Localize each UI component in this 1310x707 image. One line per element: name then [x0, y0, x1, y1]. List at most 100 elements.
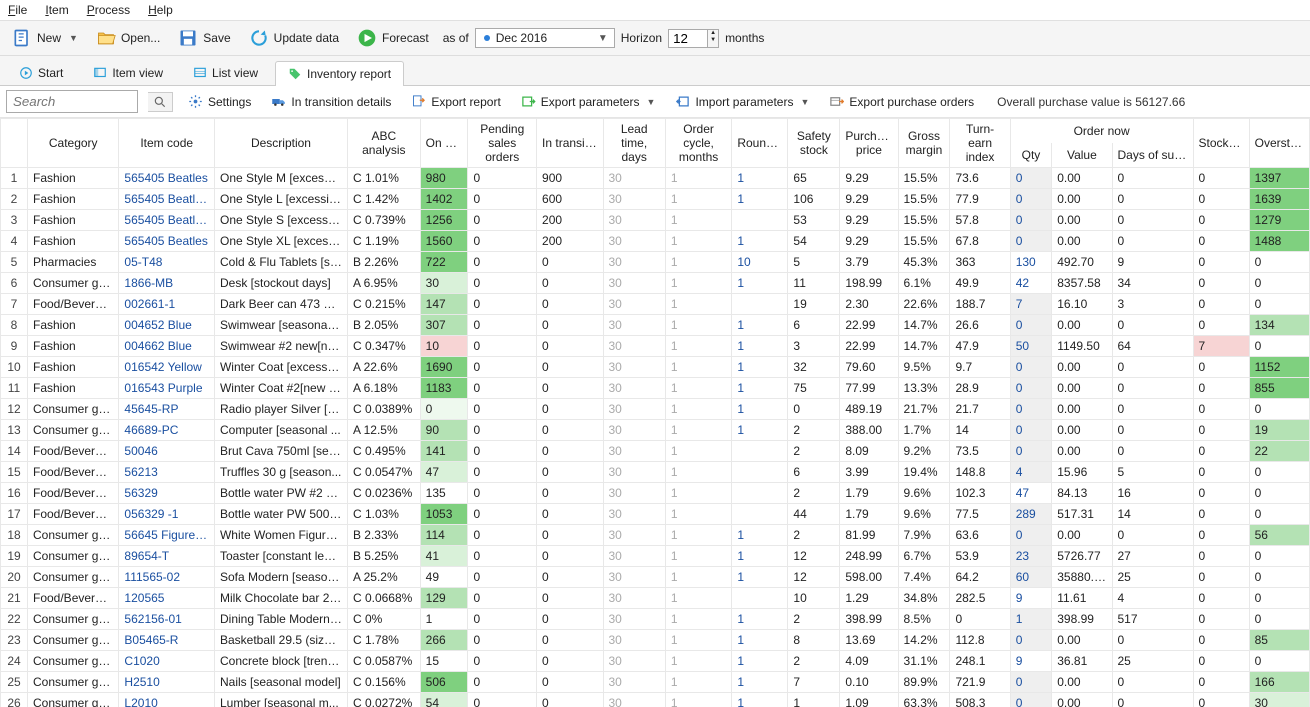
cell[interactable]: 0.00: [1052, 189, 1112, 210]
cell[interactable]: 1: [732, 630, 788, 651]
cell[interactable]: 30: [603, 189, 665, 210]
cell[interactable]: 0: [468, 378, 537, 399]
cell[interactable]: Concrete block [trend...: [214, 651, 347, 672]
cell[interactable]: 4: [1, 231, 28, 252]
cell[interactable]: 1: [665, 630, 731, 651]
cell[interactable]: 0: [537, 462, 603, 483]
cell[interactable]: 1: [732, 672, 788, 693]
cell[interactable]: 2: [788, 483, 840, 504]
tab-item-view[interactable]: Item view: [80, 60, 176, 85]
cell[interactable]: 9: [1112, 252, 1193, 273]
cell[interactable]: 1488: [1249, 231, 1309, 252]
cell[interactable]: 30: [603, 504, 665, 525]
cell[interactable]: 7: [788, 672, 840, 693]
cell[interactable]: 16.10: [1052, 294, 1112, 315]
cell[interactable]: 266: [420, 630, 468, 651]
cell[interactable]: 0: [1193, 420, 1249, 441]
cell[interactable]: 598.00: [840, 567, 898, 588]
cell[interactable]: C 0.215%: [347, 294, 420, 315]
cell[interactable]: H2510: [119, 672, 215, 693]
cell[interactable]: 6: [788, 315, 840, 336]
cell[interactable]: 7: [1010, 294, 1052, 315]
table-row[interactable]: 13Consumer go...46689-PCComputer [season…: [1, 420, 1310, 441]
cell[interactable]: 30: [603, 651, 665, 672]
cell[interactable]: Desk [stockout days]: [214, 273, 347, 294]
col-value[interactable]: Value: [1052, 143, 1112, 168]
cell[interactable]: 1: [1010, 609, 1052, 630]
cell[interactable]: 0: [1112, 399, 1193, 420]
cell[interactable]: 0: [468, 315, 537, 336]
cell[interactable]: 1690: [420, 357, 468, 378]
cell[interactable]: 47.9: [950, 336, 1010, 357]
forecast-button[interactable]: Forecast: [351, 25, 435, 51]
cell[interactable]: C 0.495%: [347, 441, 420, 462]
cell[interactable]: 0.00: [1052, 378, 1112, 399]
cell[interactable]: 25: [1, 672, 28, 693]
cell[interactable]: 10: [420, 336, 468, 357]
cell[interactable]: 1: [665, 588, 731, 609]
cell[interactable]: [732, 441, 788, 462]
table-row[interactable]: 10Fashion016542 YellowWinter Coat [exces…: [1, 357, 1310, 378]
cell[interactable]: 0: [1193, 315, 1249, 336]
table-row[interactable]: 23Consumer go...B05465-RBasketball 29.5 …: [1, 630, 1310, 651]
cell[interactable]: 9: [1010, 588, 1052, 609]
cell[interactable]: 112.8: [950, 630, 1010, 651]
cell[interactable]: Computer [seasonal ...: [214, 420, 347, 441]
cell[interactable]: 0: [537, 672, 603, 693]
cell[interactable]: 67.8: [950, 231, 1010, 252]
cell[interactable]: 016542 Yellow: [119, 357, 215, 378]
cell[interactable]: A 22.6%: [347, 357, 420, 378]
cell[interactable]: Fashion: [28, 315, 119, 336]
table-row[interactable]: 5Pharmacies05-T48Cold & Flu Tablets [se.…: [1, 252, 1310, 273]
search-button[interactable]: [148, 92, 173, 112]
table-row[interactable]: 20Consumer go...111565-02Sofa Modern [se…: [1, 567, 1310, 588]
cell[interactable]: 0: [1112, 441, 1193, 462]
cell[interactable]: 0: [537, 336, 603, 357]
cell[interactable]: Consumer go...: [28, 672, 119, 693]
cell[interactable]: 1: [665, 336, 731, 357]
cell[interactable]: Consumer go...: [28, 609, 119, 630]
table-row[interactable]: 19Consumer go...89654-TToaster [constant…: [1, 546, 1310, 567]
cell[interactable]: 0: [537, 546, 603, 567]
cell[interactable]: 1: [665, 420, 731, 441]
cell[interactable]: Nails [seasonal model]: [214, 672, 347, 693]
cell[interactable]: 15.5%: [898, 231, 950, 252]
cell[interactable]: 0: [1193, 630, 1249, 651]
cell[interactable]: 11: [1, 378, 28, 399]
cell[interactable]: 0: [468, 273, 537, 294]
cell[interactable]: 0: [1112, 630, 1193, 651]
cell[interactable]: 49.9: [950, 273, 1010, 294]
cell[interactable]: B 5.25%: [347, 546, 420, 567]
cell[interactable]: 56329: [119, 483, 215, 504]
cell[interactable]: 398.99: [840, 609, 898, 630]
cell[interactable]: 8.09: [840, 441, 898, 462]
cell[interactable]: 0: [1249, 546, 1309, 567]
table-row[interactable]: 15Food/Beverag...56213Truffles 30 g [sea…: [1, 462, 1310, 483]
cell[interactable]: Brut Cava 750ml [seas...: [214, 441, 347, 462]
cell[interactable]: 0.00: [1052, 231, 1112, 252]
cell[interactable]: C 0.0389%: [347, 399, 420, 420]
cell[interactable]: 900: [537, 168, 603, 189]
cell[interactable]: 148.8: [950, 462, 1010, 483]
cell[interactable]: B 2.33%: [347, 525, 420, 546]
cell[interactable]: 35880.00: [1052, 567, 1112, 588]
cell[interactable]: 0: [468, 462, 537, 483]
cell[interactable]: 30: [603, 294, 665, 315]
cell[interactable]: 05-T48: [119, 252, 215, 273]
cell[interactable]: 1.09: [840, 693, 898, 707]
cell[interactable]: 25: [1112, 567, 1193, 588]
cell[interactable]: 0: [537, 567, 603, 588]
cell[interactable]: 388.00: [840, 420, 898, 441]
cell[interactable]: 1149.50: [1052, 336, 1112, 357]
cell[interactable]: 36.81: [1052, 651, 1112, 672]
cell[interactable]: 30: [603, 357, 665, 378]
cell[interactable]: 30: [603, 315, 665, 336]
grid-wrap[interactable]: Category Item code Description ABC analy…: [0, 118, 1310, 707]
cell[interactable]: 2: [788, 420, 840, 441]
cell[interactable]: 0: [1249, 609, 1309, 630]
cell[interactable]: 90: [420, 420, 468, 441]
cell[interactable]: 1: [665, 357, 731, 378]
cell[interactable]: 492.70: [1052, 252, 1112, 273]
cell[interactable]: 1: [665, 168, 731, 189]
cell[interactable]: 8.5%: [898, 609, 950, 630]
